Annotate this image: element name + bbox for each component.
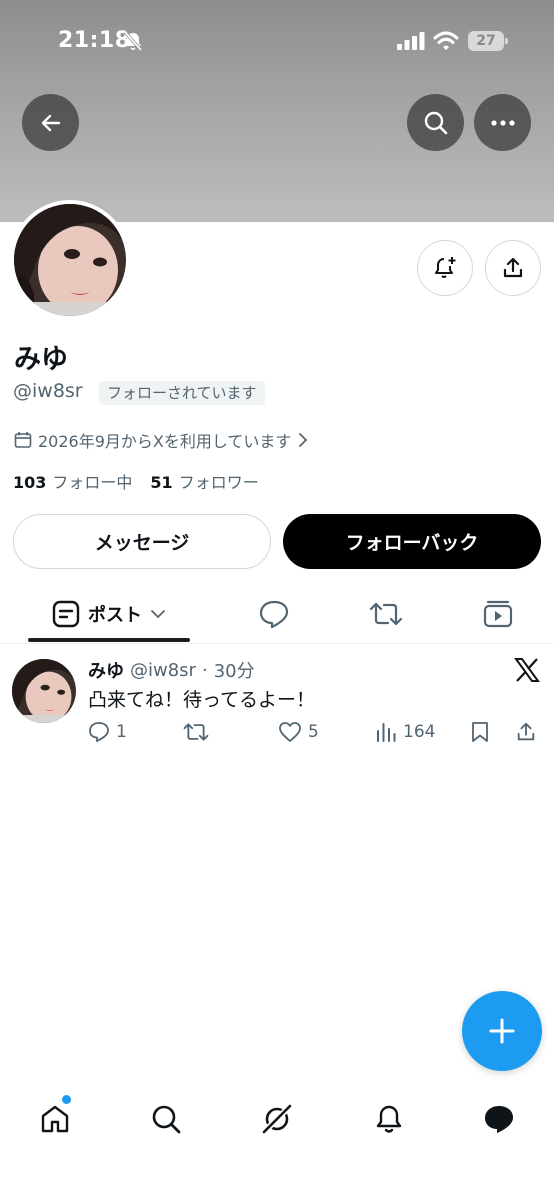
share-icon (503, 257, 523, 278)
reply-icon (89, 722, 109, 742)
wifi-icon (433, 31, 459, 50)
view-count: 164 (403, 722, 436, 742)
like-count: 5 (308, 722, 319, 742)
repost-button[interactable] (183, 721, 215, 743)
post-header: みゆ @iw8sr · 30分 (88, 657, 255, 683)
post-avatar[interactable] (12, 659, 76, 723)
compose-button[interactable] (462, 991, 542, 1071)
follow-back-button[interactable]: フォローバック (283, 514, 541, 569)
home-unread-dot (62, 1095, 71, 1104)
profile-tabs: ポスト (0, 586, 554, 644)
share-icon (517, 722, 535, 741)
active-tab-indicator (28, 638, 190, 642)
calendar-icon (14, 432, 32, 448)
tab-reposts[interactable] (360, 586, 412, 642)
reply-button[interactable]: 1 (88, 721, 127, 743)
post-item[interactable]: みゆ @iw8sr · 30分 凸来てね！待ってるよー！ 1 5 164 (0, 645, 554, 755)
post-share-button[interactable] (515, 721, 537, 743)
repost-icon (183, 723, 209, 741)
heart-icon (279, 722, 301, 742)
follow-counts: 103 フォロー中 51 フォロワー (13, 469, 259, 493)
back-button[interactable] (22, 94, 79, 151)
avatar-image (14, 204, 126, 316)
profile-avatar[interactable] (10, 200, 130, 320)
bell-plus-icon (435, 257, 456, 278)
share-profile-button[interactable] (485, 240, 541, 296)
tab-videos[interactable] (472, 586, 524, 642)
followers-label: フォロワー (178, 473, 259, 492)
analytics-icon (377, 723, 396, 742)
tab-replies[interactable] (248, 586, 300, 642)
video-icon (483, 600, 513, 628)
following-link[interactable]: 103 フォロー中 (13, 469, 132, 493)
more-options-button[interactable] (474, 94, 531, 151)
followers-count: 51 (150, 473, 173, 492)
following-label: フォロー中 (52, 473, 133, 492)
posts-icon (52, 600, 80, 628)
bell-slash-icon (123, 30, 143, 52)
battery-indicator: 27 (468, 31, 508, 51)
reply-count: 1 (116, 722, 127, 742)
message-button[interactable]: メッセージ (13, 514, 271, 569)
joined-date[interactable]: 2026年9月からXを利用しています (14, 428, 309, 452)
more-dots-icon (490, 119, 515, 126)
nav-notifications[interactable] (369, 1099, 409, 1139)
battery-level: 27 (468, 31, 504, 51)
nav-grok[interactable] (257, 1099, 297, 1139)
bell-icon (376, 1105, 402, 1133)
like-button[interactable]: 5 (278, 721, 319, 743)
post-time[interactable]: 30分 (214, 657, 255, 683)
back-arrow-icon (41, 114, 60, 131)
status-bar: 21:18 27 (0, 0, 554, 80)
user-handle: @iw8sr (13, 380, 83, 402)
home-icon (41, 1105, 69, 1133)
following-count: 103 (13, 473, 47, 492)
notifications-button[interactable] (417, 240, 473, 296)
bookmark-button[interactable] (470, 721, 490, 743)
post-author-name[interactable]: みゆ (88, 657, 124, 683)
x-logo-icon (514, 658, 540, 682)
views-button[interactable]: 164 (375, 721, 435, 743)
joined-text: 2026年9月からXを利用しています (38, 432, 292, 451)
repost-icon (369, 602, 403, 626)
post-separator: · (201, 659, 208, 681)
status-time: 21:18 (58, 28, 131, 53)
cellular-signal-icon (397, 32, 425, 50)
battery-cap (505, 38, 508, 44)
speech-bubble-icon (259, 600, 289, 629)
grok-icon (260, 1102, 294, 1136)
plus-icon (489, 1018, 515, 1044)
post-avatar-image (12, 659, 76, 723)
nav-search[interactable] (146, 1099, 186, 1139)
chat-bubble-icon (485, 1106, 513, 1133)
post-text: 凸来てね！待ってるよー！ (88, 689, 316, 711)
search-icon (152, 1105, 181, 1134)
display-name: みゆ (14, 344, 68, 375)
chevron-down-icon (151, 610, 165, 619)
tab-posts-label: ポスト (88, 605, 142, 626)
chevron-right-icon (299, 433, 308, 447)
followers-link[interactable]: 51 フォロワー (150, 469, 258, 493)
search-button[interactable] (407, 94, 464, 151)
bookmark-icon (472, 722, 488, 742)
post-author-handle[interactable]: @iw8sr (130, 660, 196, 681)
nav-home[interactable] (35, 1099, 75, 1139)
follows-you-badge: フォローされています (99, 381, 265, 405)
bottom-navigation (0, 1085, 554, 1150)
nav-messages[interactable] (479, 1099, 519, 1139)
tab-posts[interactable]: ポスト (28, 586, 190, 642)
search-icon (424, 111, 447, 134)
